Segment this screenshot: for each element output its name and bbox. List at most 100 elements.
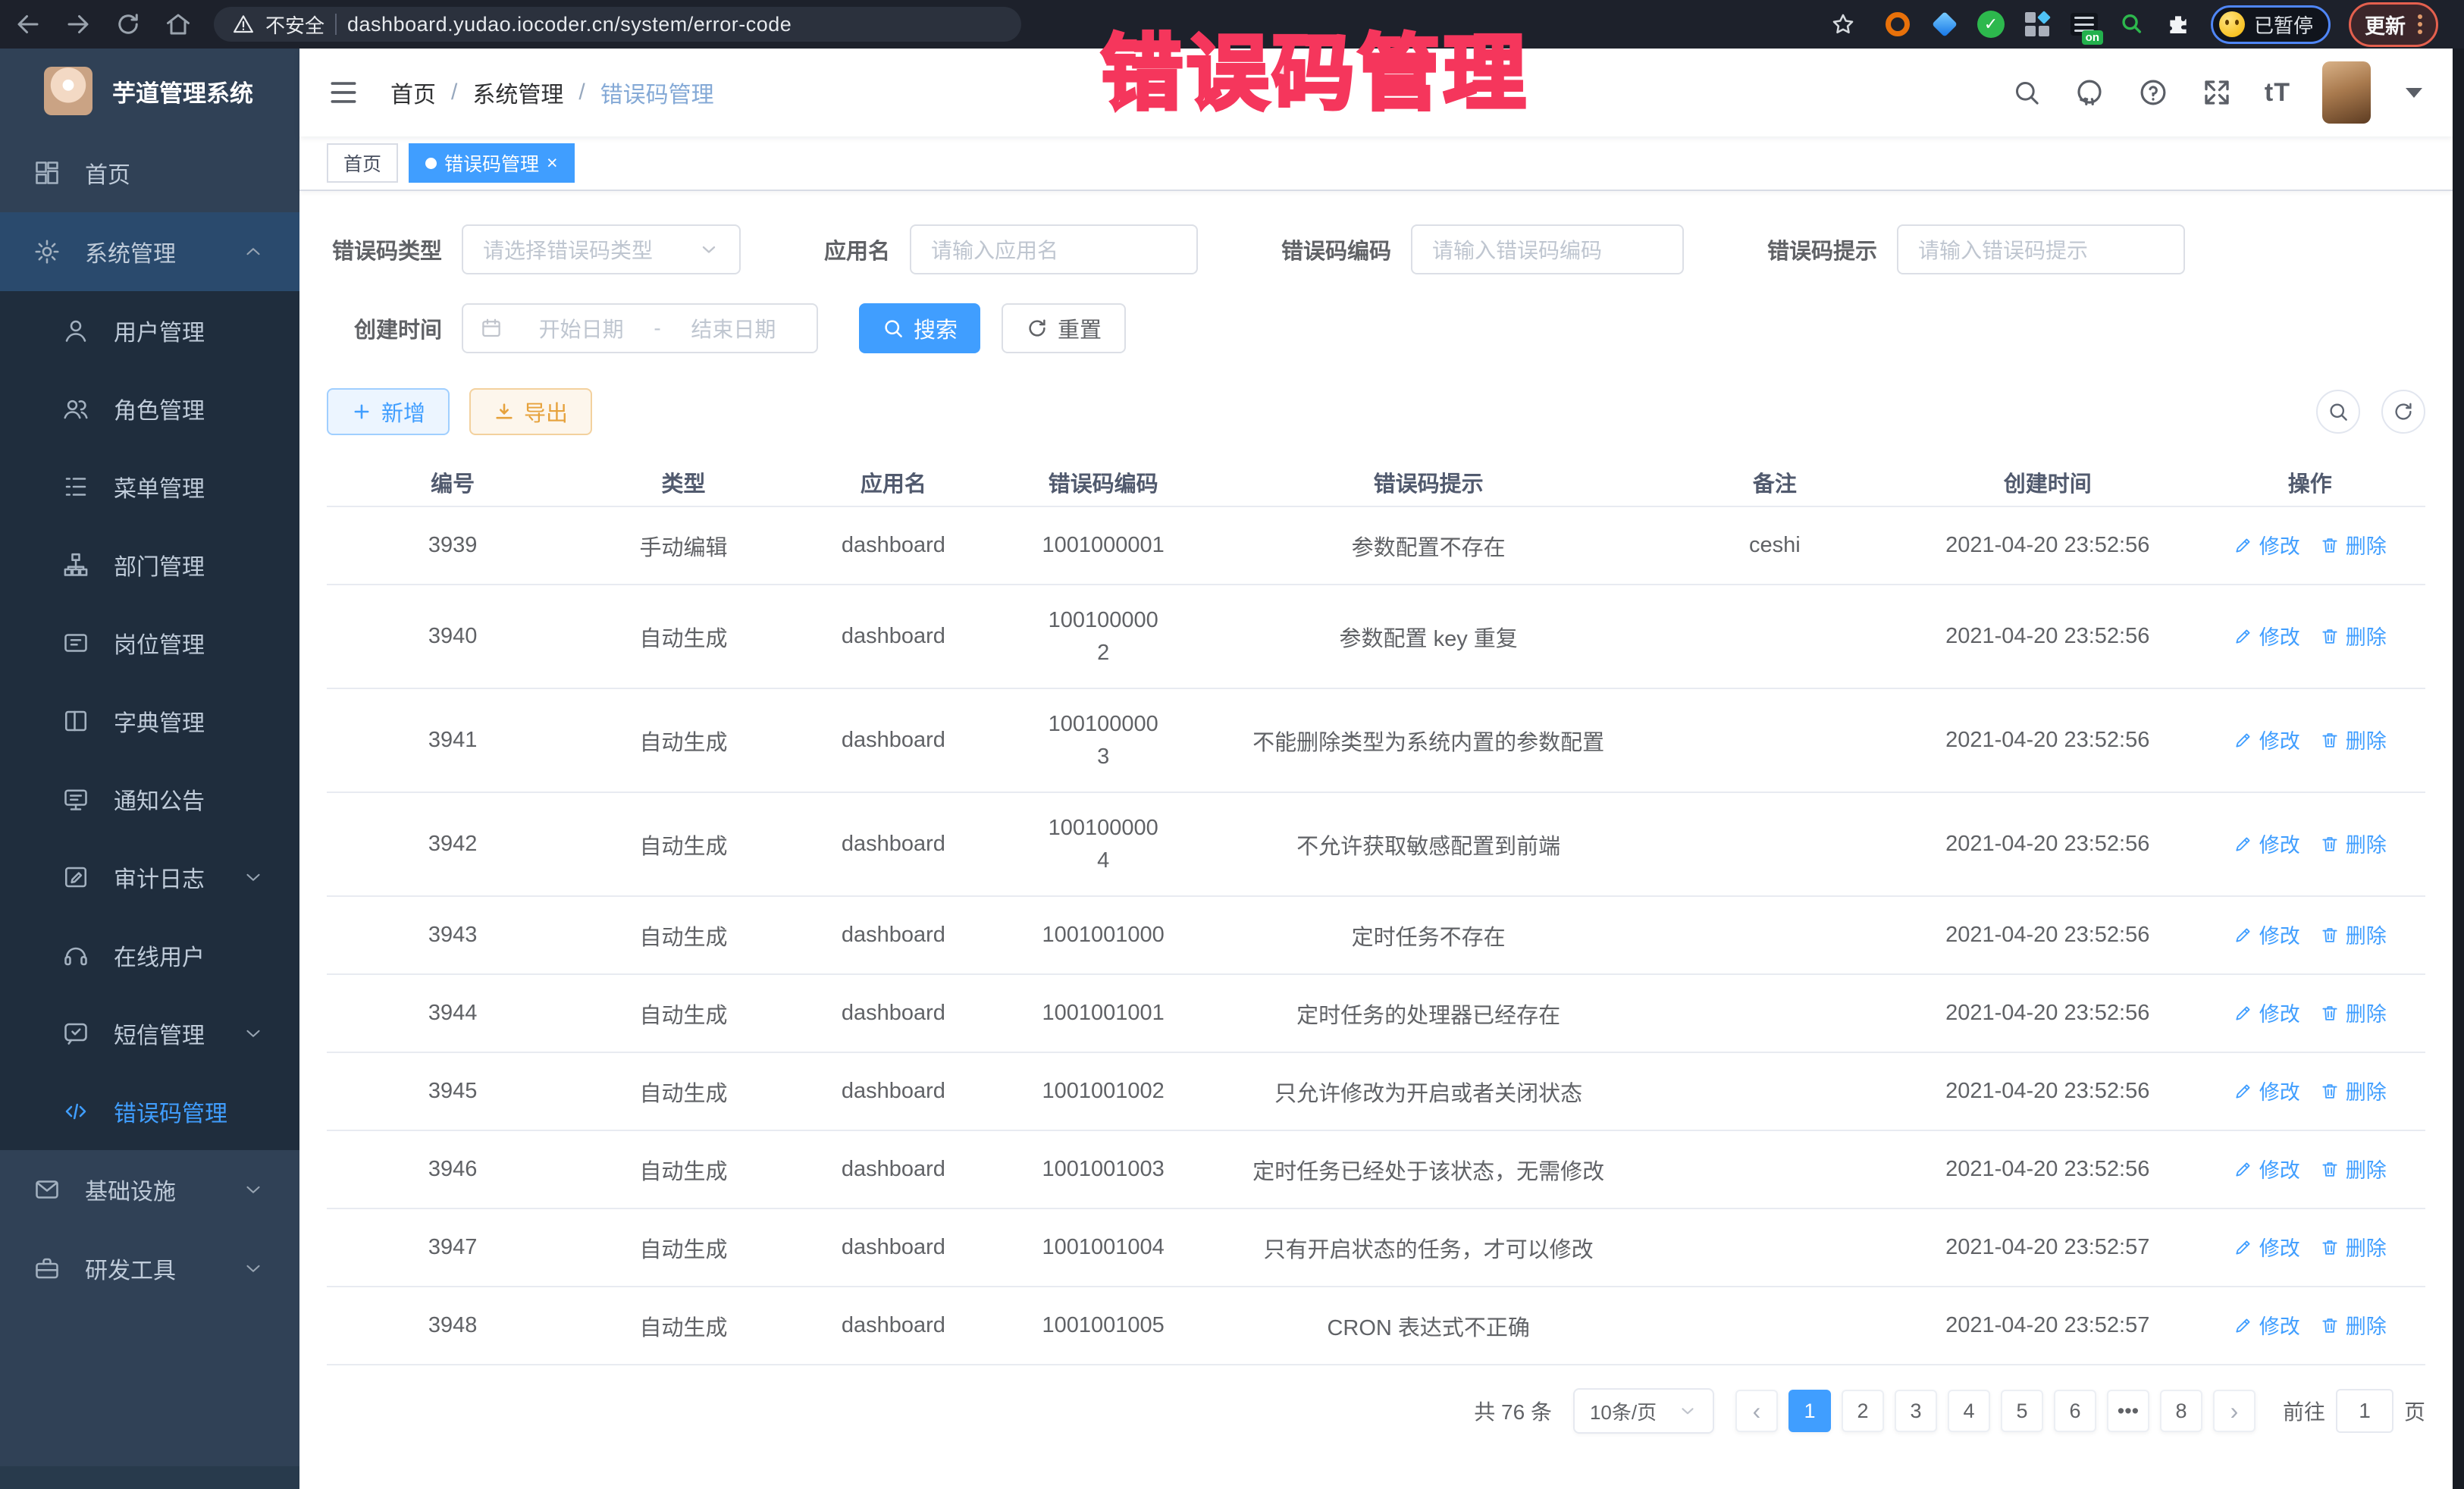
- home-icon: [30, 159, 64, 187]
- font-size-icon[interactable]: tT: [2265, 78, 2290, 108]
- sidebar-item-系统管理[interactable]: 系统管理: [0, 212, 299, 291]
- page-button-8[interactable]: 8: [2160, 1390, 2202, 1432]
- browser-forward-icon[interactable]: [56, 2, 100, 46]
- user-avatar[interactable]: [2322, 61, 2371, 124]
- notice-icon: [59, 785, 92, 813]
- filter-code-input[interactable]: 请输入错误码编码: [1411, 224, 1684, 274]
- delete-link[interactable]: 删除: [2320, 1076, 2387, 1105]
- more-pages-button[interactable]: •••: [2107, 1390, 2149, 1432]
- sidebar-item-在线用户[interactable]: 在线用户: [0, 916, 299, 994]
- sidebar-item-用户管理[interactable]: 用户管理: [0, 291, 299, 369]
- filter-app-input[interactable]: 请输入应用名: [910, 224, 1198, 274]
- browser-update-button[interactable]: 更新: [2349, 2, 2438, 47]
- sidebar-item-短信管理[interactable]: 短信管理: [0, 994, 299, 1072]
- tab-close-icon[interactable]: ×: [547, 154, 558, 173]
- page-size-select[interactable]: 10条/页: [1573, 1388, 1714, 1434]
- tab-error-code[interactable]: 错误码管理 ×: [409, 143, 575, 183]
- breadcrumb-system[interactable]: 系统管理: [472, 76, 563, 109]
- sidebar-item-菜单管理[interactable]: 菜单管理: [0, 447, 299, 525]
- paused-extension-badge[interactable]: 已暂停: [2211, 5, 2331, 44]
- edit-link[interactable]: 修改: [2234, 1154, 2300, 1183]
- sidebar-item-错误码管理[interactable]: 错误码管理: [0, 1072, 299, 1150]
- header-search-icon[interactable]: [2011, 77, 2042, 108]
- add-button[interactable]: 新增: [327, 388, 450, 435]
- window-scrollbar[interactable]: [2453, 49, 2464, 1489]
- search-button[interactable]: 搜索: [859, 303, 980, 353]
- sidebar-collapse-bar[interactable]: [0, 1466, 299, 1489]
- delete-link[interactable]: 删除: [2320, 829, 2387, 858]
- extension-gem-icon[interactable]: [1930, 10, 1959, 39]
- edit-link[interactable]: 修改: [2234, 920, 2300, 949]
- edit-link[interactable]: 修改: [2234, 725, 2300, 754]
- refresh-table-icon[interactable]: [2381, 390, 2425, 434]
- sidebar-item-部门管理[interactable]: 部门管理: [0, 525, 299, 603]
- sidebar-item-首页[interactable]: 首页: [0, 133, 299, 212]
- prev-page-button[interactable]: ‹: [1735, 1390, 1778, 1432]
- sidebar-item-通知公告[interactable]: 通知公告: [0, 760, 299, 838]
- delete-link[interactable]: 删除: [2320, 530, 2387, 560]
- export-button[interactable]: 导出: [469, 388, 592, 435]
- page-button-3[interactable]: 3: [1895, 1390, 1937, 1432]
- breadcrumb-home[interactable]: 首页: [390, 76, 436, 109]
- edit-link[interactable]: 修改: [2234, 530, 2300, 560]
- fullscreen-icon[interactable]: [2201, 77, 2233, 108]
- delete-link[interactable]: 删除: [2320, 725, 2387, 754]
- help-icon[interactable]: [2137, 77, 2169, 108]
- extension-orange-icon[interactable]: [1883, 10, 1912, 39]
- audit-icon: [59, 864, 92, 891]
- caret-down-icon[interactable]: [2406, 88, 2422, 98]
- page-button-4[interactable]: 4: [1948, 1390, 1990, 1432]
- extension-green-check-icon[interactable]: ✓: [1977, 11, 2005, 38]
- edit-link[interactable]: 修改: [2234, 621, 2300, 650]
- filter-code-label: 错误码编码: [1281, 234, 1391, 265]
- delete-link[interactable]: 删除: [2320, 920, 2387, 949]
- filter-type-select[interactable]: 请选择错误码类型: [462, 224, 741, 274]
- bookmark-star-icon[interactable]: [1821, 2, 1865, 46]
- extension-list-icon[interactable]: on: [2070, 10, 2099, 39]
- github-icon[interactable]: [2074, 77, 2105, 108]
- app-title: 芋道管理系统: [112, 74, 253, 108]
- next-page-button[interactable]: ›: [2213, 1390, 2256, 1432]
- delete-link[interactable]: 删除: [2320, 1310, 2387, 1340]
- end-date-placeholder[interactable]: 结束日期: [667, 313, 800, 343]
- show-search-toggle-icon[interactable]: [2316, 390, 2360, 434]
- browser-home-icon[interactable]: [156, 2, 200, 46]
- sidebar-item-角色管理[interactable]: 角色管理: [0, 369, 299, 447]
- divider: [335, 14, 337, 35]
- filter-msg-input[interactable]: 请输入错误码提示: [1897, 224, 2185, 274]
- hamburger-icon[interactable]: [327, 76, 360, 109]
- table-row: 3947自动生成dashboard1001001004只有开启状态的任务，才可以…: [327, 1208, 2425, 1287]
- sidebar-item-岗位管理[interactable]: 岗位管理: [0, 603, 299, 682]
- sidebar-item-基础设施[interactable]: 基础设施: [0, 1150, 299, 1229]
- delete-link[interactable]: 删除: [2320, 1154, 2387, 1183]
- address-bar[interactable]: 不安全 dashboard.yudao.iocoder.cn/system/er…: [214, 7, 1021, 42]
- extension-grid-icon[interactable]: [2023, 10, 2052, 39]
- extensions-puzzle-icon[interactable]: [2164, 10, 2193, 39]
- kebab-menu-icon[interactable]: [2418, 14, 2422, 34]
- goto-page-input[interactable]: 1: [2336, 1389, 2393, 1433]
- reset-button[interactable]: 重置: [1002, 303, 1126, 353]
- sidebar-item-字典管理[interactable]: 字典管理: [0, 682, 299, 760]
- sidebar-item-研发工具[interactable]: 研发工具: [0, 1229, 299, 1308]
- edit-link[interactable]: 修改: [2234, 1232, 2300, 1262]
- delete-link[interactable]: 删除: [2320, 621, 2387, 650]
- edit-link[interactable]: 修改: [2234, 1076, 2300, 1105]
- extension-green-search-icon[interactable]: [2117, 10, 2146, 39]
- start-date-placeholder[interactable]: 开始日期: [515, 313, 647, 343]
- page-button-2[interactable]: 2: [1842, 1390, 1884, 1432]
- page-button-6[interactable]: 6: [2054, 1390, 2096, 1432]
- browser-back-icon[interactable]: [6, 2, 50, 46]
- sidebar-item-审计日志[interactable]: 审计日志: [0, 838, 299, 916]
- logo-row[interactable]: 芋道管理系统: [0, 49, 299, 133]
- delete-link[interactable]: 删除: [2320, 1232, 2387, 1262]
- page-button-1[interactable]: 1: [1788, 1390, 1831, 1432]
- page-button-5[interactable]: 5: [2001, 1390, 2043, 1432]
- browser-reload-icon[interactable]: [106, 2, 150, 46]
- date-range-picker[interactable]: 开始日期 - 结束日期: [462, 303, 818, 353]
- tab-home[interactable]: 首页: [327, 143, 398, 183]
- edit-link[interactable]: 修改: [2234, 829, 2300, 858]
- edit-link[interactable]: 修改: [2234, 1310, 2300, 1340]
- delete-link[interactable]: 删除: [2320, 998, 2387, 1027]
- edit-link[interactable]: 修改: [2234, 998, 2300, 1027]
- column-header-创建时间: 创建时间: [1901, 458, 2195, 506]
